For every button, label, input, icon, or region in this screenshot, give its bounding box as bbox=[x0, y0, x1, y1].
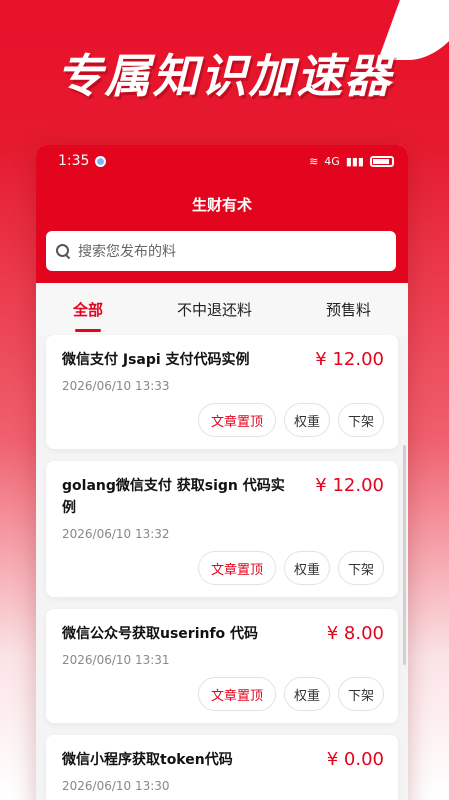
item-time: 2026/06/10 13:32 bbox=[62, 527, 170, 541]
list-item[interactable]: 微信公众号获取userinfo 代码 ¥ 8.00 2026/06/10 13:… bbox=[46, 609, 398, 723]
status-time: 1:35 bbox=[58, 153, 90, 169]
promo-headline: 专属知识加速器 bbox=[56, 49, 393, 103]
unlist-button[interactable]: 下架 bbox=[338, 677, 384, 711]
pin-button[interactable]: 文章置顶 bbox=[198, 551, 276, 585]
item-price: ¥ 12.00 bbox=[315, 349, 384, 370]
item-time: 2026/06/10 13:30 bbox=[62, 779, 170, 793]
wifi-icon: ≋ bbox=[309, 154, 319, 168]
item-title: 微信小程序获取token代码 bbox=[62, 752, 233, 768]
tab-refund[interactable]: 不中退还料 bbox=[167, 293, 262, 326]
item-list: 微信支付 Jsapi 支付代码实例 ¥ 12.00 2026/06/10 13:… bbox=[36, 335, 408, 800]
search-input[interactable]: 搜索您发布的料 bbox=[46, 231, 396, 271]
pin-button[interactable]: 文章置顶 bbox=[198, 677, 276, 711]
list-item[interactable]: golang微信支付 获取sign 代码实例 ¥ 12.00 2026/06/1… bbox=[46, 461, 398, 597]
message-icon bbox=[95, 155, 107, 167]
search-container: 搜索您发布的料 bbox=[36, 231, 408, 283]
tab-presale[interactable]: 预售料 bbox=[316, 293, 381, 326]
search-placeholder: 搜索您发布的料 bbox=[78, 244, 176, 260]
item-time: 2026/06/10 13:33 bbox=[62, 379, 170, 393]
item-price: ¥ 8.00 bbox=[326, 623, 384, 644]
page-title: 生财有术 bbox=[191, 195, 252, 214]
signal-icon: ▮▮▮ bbox=[345, 154, 364, 168]
weight-button[interactable]: 权重 bbox=[284, 403, 330, 437]
tab-all[interactable]: 全部 bbox=[63, 293, 113, 332]
search-icon bbox=[56, 244, 70, 258]
unlist-button[interactable]: 下架 bbox=[338, 551, 384, 585]
pin-button[interactable]: 文章置顶 bbox=[198, 403, 276, 437]
app-bar: 生财有术 bbox=[36, 177, 408, 231]
status-bar: 1:35 ≋ 4G ▮▮▮ bbox=[36, 145, 408, 177]
phone-screen: 1:35 ≋ 4G ▮▮▮ 生财有术 搜索您发布的料 全部 不中退还料 预售料 … bbox=[36, 145, 408, 800]
network-label: 4G bbox=[324, 154, 340, 168]
weight-button[interactable]: 权重 bbox=[284, 677, 330, 711]
item-title: golang微信支付 获取sign 代码实例 bbox=[62, 478, 285, 516]
list-item[interactable]: 微信支付 Jsapi 支付代码实例 ¥ 12.00 2026/06/10 13:… bbox=[46, 335, 398, 449]
item-price: ¥ 12.00 bbox=[315, 475, 384, 496]
item-price: ¥ 0.00 bbox=[326, 749, 384, 770]
tab-bar: 全部 不中退还料 预售料 bbox=[36, 283, 408, 335]
item-title: 微信支付 Jsapi 支付代码实例 bbox=[62, 352, 250, 368]
list-item[interactable]: 微信小程序获取token代码 ¥ 0.00 2026/06/10 13:30 bbox=[46, 735, 398, 800]
scrollbar[interactable] bbox=[403, 445, 406, 665]
battery-icon bbox=[370, 155, 394, 167]
weight-button[interactable]: 权重 bbox=[284, 551, 330, 585]
item-time: 2026/06/10 13:31 bbox=[62, 653, 170, 667]
item-title: 微信公众号获取userinfo 代码 bbox=[62, 626, 259, 642]
unlist-button[interactable]: 下架 bbox=[338, 403, 384, 437]
